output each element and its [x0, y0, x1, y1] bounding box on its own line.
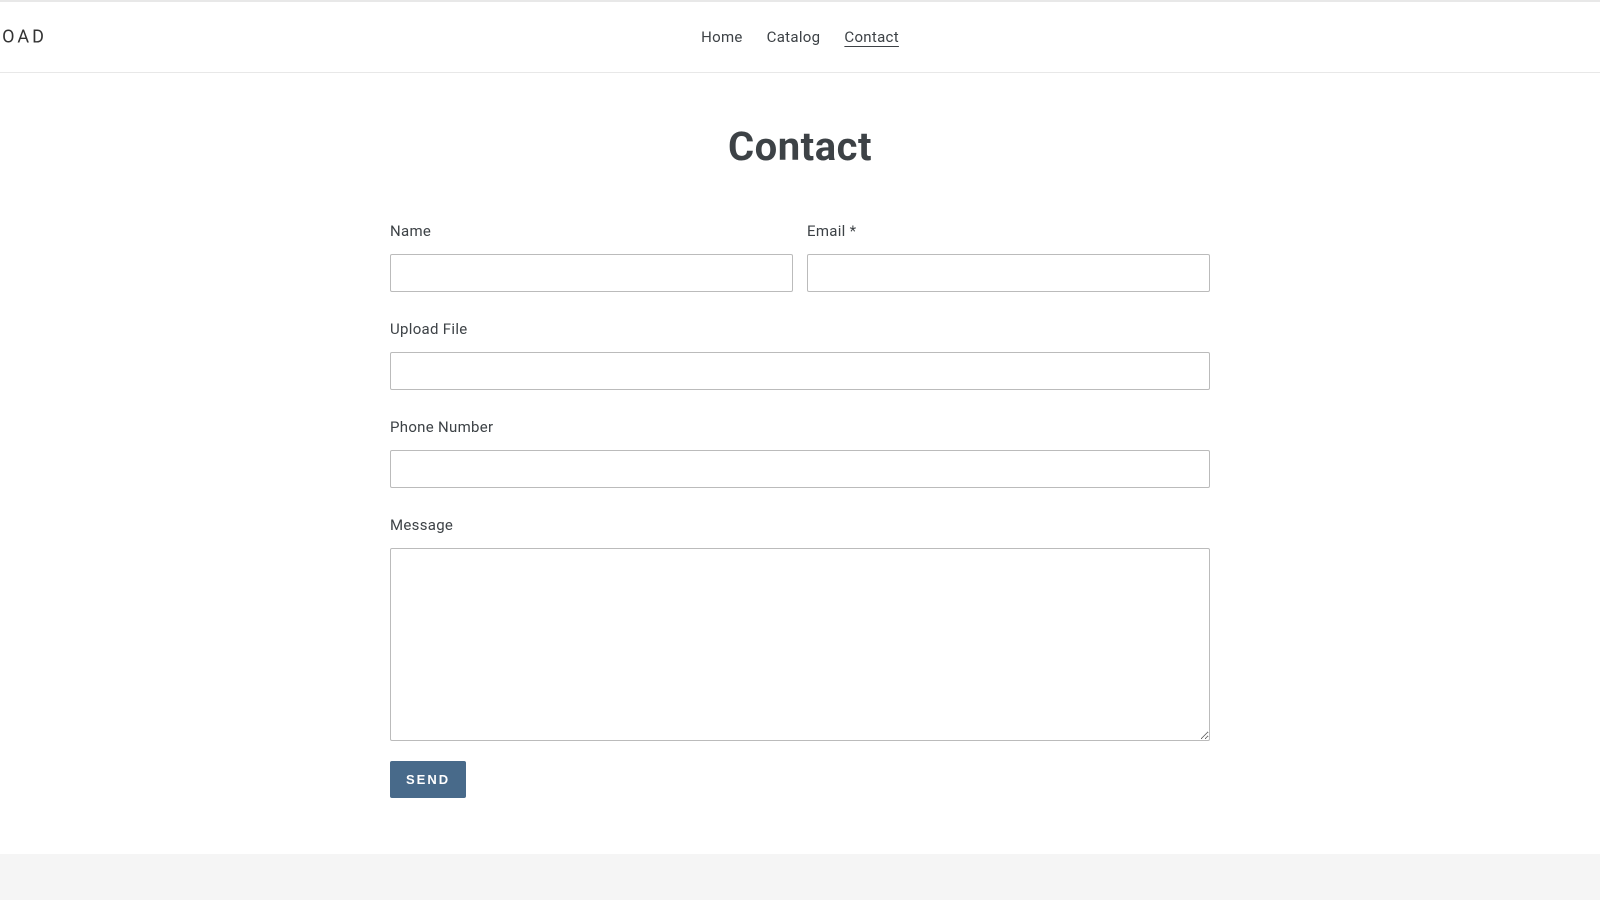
message-label: Message — [390, 516, 1210, 534]
send-button[interactable]: SEND — [390, 761, 466, 798]
email-label: Email * — [807, 222, 1210, 240]
nav-home[interactable]: Home — [701, 28, 743, 46]
site-brand[interactable]: LOAD — [0, 27, 47, 48]
field-phone: Phone Number — [390, 418, 1210, 488]
email-input[interactable] — [807, 254, 1210, 292]
nav-contact[interactable]: Contact — [844, 28, 899, 46]
field-upload: Upload File — [390, 320, 1210, 390]
footer-strip — [0, 854, 1600, 900]
name-label: Name — [390, 222, 793, 240]
site-header: LOAD Home Catalog Contact — [0, 2, 1600, 73]
upload-label: Upload File — [390, 320, 1210, 338]
message-input[interactable] — [390, 548, 1210, 741]
field-name: Name — [390, 222, 793, 292]
page-title: Contact — [0, 123, 1600, 170]
phone-label: Phone Number — [390, 418, 1210, 436]
field-message: Message — [390, 516, 1210, 741]
field-email: Email * — [807, 222, 1210, 292]
phone-input[interactable] — [390, 450, 1210, 488]
upload-input[interactable] — [390, 352, 1210, 390]
primary-nav: Home Catalog Contact — [701, 28, 899, 46]
contact-form: Name Email * Upload File Phone Number Me… — [390, 222, 1210, 798]
nav-catalog[interactable]: Catalog — [767, 28, 821, 46]
name-input[interactable] — [390, 254, 793, 292]
